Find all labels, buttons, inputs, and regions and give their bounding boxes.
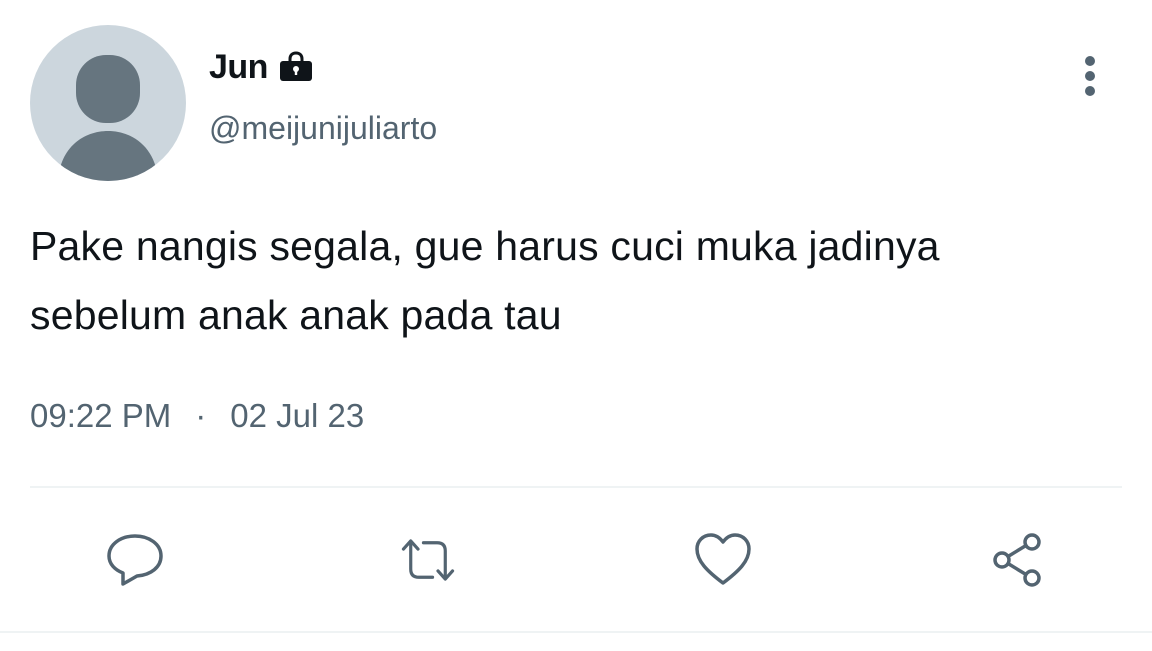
- divider: [30, 486, 1122, 488]
- more-options-button[interactable]: [1070, 52, 1110, 100]
- user-handle[interactable]: @meijunijuliarto: [209, 110, 437, 147]
- heart-icon: [695, 533, 751, 585]
- lock-icon: [278, 49, 314, 85]
- display-name-row: Jun: [209, 44, 314, 90]
- retweet-icon: [401, 539, 455, 581]
- reply-button[interactable]: [105, 530, 165, 590]
- tweet-text-line: sebelum anak anak pada tau: [30, 292, 562, 338]
- tweet-timestamp[interactable]: 09:22 PM · 02 Jul 23: [30, 393, 364, 439]
- display-name[interactable]: Jun: [209, 48, 268, 87]
- tweet-text: Pake nangis segala, gue harus cuci muka …: [30, 212, 1130, 350]
- action-bar: [0, 530, 1152, 590]
- meta-separator: ·: [195, 397, 207, 434]
- tweet-date: 02 Jul 23: [230, 397, 365, 434]
- tweet-time: 09:22 PM: [30, 397, 172, 434]
- like-button[interactable]: [693, 530, 753, 590]
- default-avatar-icon: [58, 55, 158, 181]
- more-vertical-icon: [1085, 56, 1095, 96]
- avatar[interactable]: [30, 25, 186, 181]
- tweet-card: Jun @meijunijuliarto Pake nangis segala,…: [0, 0, 1152, 651]
- share-button[interactable]: [988, 530, 1048, 590]
- reply-icon: [107, 534, 163, 586]
- share-icon: [993, 533, 1041, 587]
- divider: [0, 631, 1152, 633]
- retweet-button[interactable]: [398, 530, 458, 590]
- tweet-text-line: Pake nangis segala, gue harus cuci muka …: [30, 223, 940, 269]
